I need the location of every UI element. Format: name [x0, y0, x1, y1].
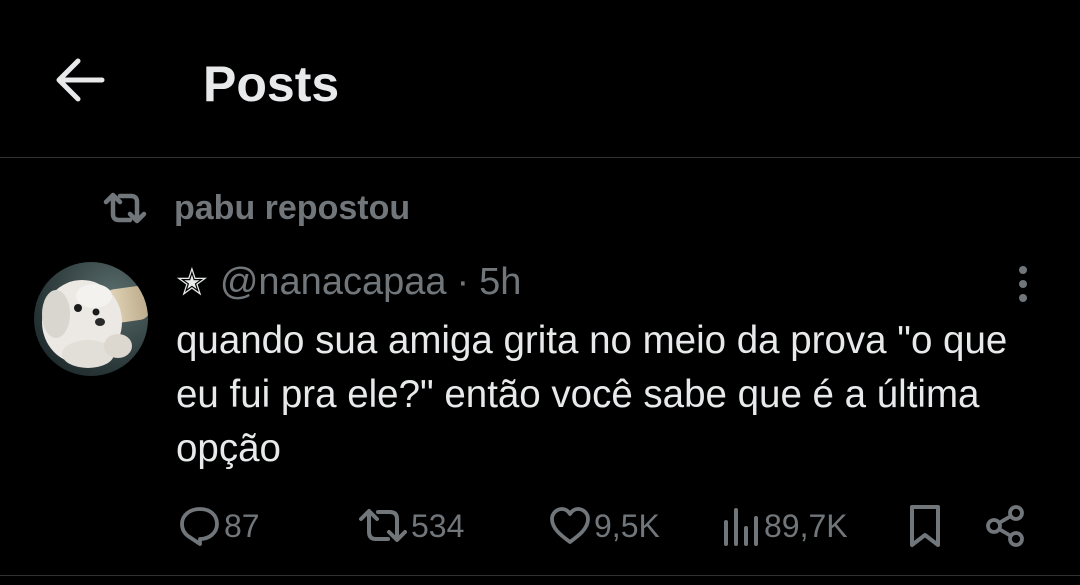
bottom-divider	[0, 575, 1080, 576]
avatar-image	[34, 262, 148, 376]
post-text: quando sua amiga grita no meio da prova …	[176, 319, 1008, 470]
post-author-line: ✭ @nanacapaa · 5h	[176, 258, 521, 306]
views-count: 89,7K	[764, 507, 848, 544]
more-options-button[interactable]	[1008, 264, 1038, 306]
bookmark-button[interactable]	[907, 500, 943, 552]
page-title: Posts	[203, 56, 340, 112]
author-name-symbol[interactable]: ✭	[176, 260, 208, 305]
like-count: 9,5K	[594, 507, 660, 544]
avatar[interactable]	[34, 262, 148, 376]
heart-icon	[550, 507, 590, 544]
bookmark-icon	[910, 505, 940, 547]
repost-label[interactable]: pabu repostou	[174, 189, 410, 228]
views-button[interactable]: 89,7K	[722, 500, 848, 552]
arrow-left-icon	[56, 58, 105, 102]
repost-button[interactable]: 534	[357, 500, 464, 552]
post-actions-bar: 87 534 9,5K 89,7K	[0, 500, 1080, 552]
reply-count: 87	[224, 507, 260, 544]
repost-icon	[103, 192, 147, 224]
repost-banner[interactable]: pabu repostou	[102, 186, 410, 230]
reply-button[interactable]: 87	[178, 500, 260, 552]
meta-separator: ·	[456, 260, 470, 303]
reply-icon	[180, 507, 219, 546]
like-button[interactable]: 9,5K	[548, 500, 660, 552]
analytics-icon	[724, 508, 758, 546]
post-timestamp[interactable]: 5h	[479, 261, 521, 304]
share-button[interactable]	[985, 500, 1025, 552]
repost-icon	[359, 509, 407, 542]
back-button[interactable]	[50, 54, 108, 106]
author-handle[interactable]: @nanacapaa	[220, 261, 447, 304]
share-icon	[986, 505, 1024, 547]
repost-count: 534	[411, 507, 465, 544]
top-bar: Posts	[0, 0, 1080, 158]
more-vertical-icon	[1019, 266, 1027, 302]
